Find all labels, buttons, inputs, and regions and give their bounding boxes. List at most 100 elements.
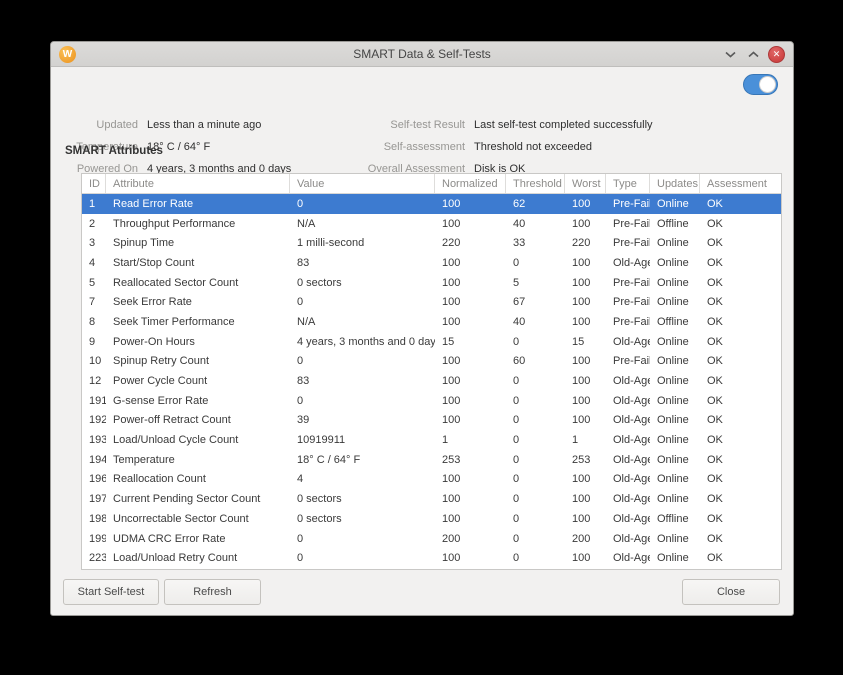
table-cell: 10 <box>82 352 106 372</box>
table-cell: Online <box>650 233 700 253</box>
column-header-attribute[interactable]: Attribute <box>106 174 290 193</box>
table-cell: 100 <box>435 489 506 509</box>
updated-label: Updated <box>63 119 138 133</box>
table-cell: 1 <box>435 430 506 450</box>
table-cell: OK <box>700 470 781 490</box>
column-header-assessment[interactable]: Assessment <box>700 174 781 193</box>
table-cell: Reallocated Sector Count <box>106 273 290 293</box>
column-header-id[interactable]: ID <box>82 174 106 193</box>
table-cell: 200 <box>435 529 506 549</box>
table-row[interactable]: 4Start/Stop Count831000100Old-AgeOnlineO… <box>82 253 781 273</box>
table-cell: 0 <box>290 352 435 372</box>
table-cell: OK <box>700 233 781 253</box>
table-cell: Old-Age <box>606 489 650 509</box>
table-cell: 4 years, 3 months and 0 days <box>290 332 435 352</box>
table-cell: 100 <box>435 312 506 332</box>
table-cell: 0 <box>506 332 565 352</box>
refresh-button[interactable]: Refresh <box>164 579 261 605</box>
table-cell: Pre-Fail <box>606 292 650 312</box>
updated-row: Updated Less than a minute ago <box>63 119 261 133</box>
table-row[interactable]: 1Read Error Rate010062100Pre-FailOnlineO… <box>82 194 781 214</box>
table-cell: OK <box>700 450 781 470</box>
table-row[interactable]: 8Seek Timer PerformanceN/A10040100Pre-Fa… <box>82 312 781 332</box>
table-cell: Pre-Fail <box>606 273 650 293</box>
table-cell: 100 <box>435 253 506 273</box>
table-cell: Online <box>650 470 700 490</box>
table-cell: 100 <box>565 292 606 312</box>
table-cell: 0 <box>290 529 435 549</box>
table-cell: 100 <box>565 352 606 372</box>
table-cell: 200 <box>565 529 606 549</box>
table-cell: Spinup Time <box>106 233 290 253</box>
table-row[interactable]: 191G-sense Error Rate01000100Old-AgeOnli… <box>82 391 781 411</box>
column-header-normalized[interactable]: Normalized <box>435 174 506 193</box>
table-cell: 220 <box>565 233 606 253</box>
minimize-button[interactable] <box>722 47 738 63</box>
table-cell: Pre-Fail <box>606 194 650 214</box>
start-self-test-button[interactable]: Start Self-test <box>63 579 159 605</box>
table-cell: 192 <box>82 411 106 431</box>
table-row[interactable]: 194Temperature18° C / 64° F2530253Old-Ag… <box>82 450 781 470</box>
titlebar[interactable]: W SMART Data & Self-Tests ✕ <box>51 42 793 67</box>
table-cell: OK <box>700 411 781 431</box>
table-cell: Online <box>650 450 700 470</box>
table-row[interactable]: 223Load/Unload Retry Count01000100Old-Ag… <box>82 548 781 568</box>
close-button[interactable]: Close <box>682 579 780 605</box>
table-row[interactable]: 192Power-off Retract Count391000100Old-A… <box>82 411 781 431</box>
table-cell: Seek Error Rate <box>106 292 290 312</box>
table-row[interactable]: 199UDMA CRC Error Rate02000200Old-AgeOnl… <box>82 529 781 549</box>
table-row[interactable]: 7Seek Error Rate010067100Pre-FailOnlineO… <box>82 292 781 312</box>
table-row[interactable]: 2Throughput PerformanceN/A10040100Pre-Fa… <box>82 214 781 234</box>
close-icon: ✕ <box>773 50 781 59</box>
table-cell: Old-Age <box>606 371 650 391</box>
column-header-value[interactable]: Value <box>290 174 435 193</box>
table-cell: Pre-Fail <box>606 312 650 332</box>
table-row[interactable]: 193Load/Unload Cycle Count10919911101Old… <box>82 430 781 450</box>
table-cell: 1 <box>82 194 106 214</box>
table-cell: 0 <box>506 450 565 470</box>
table-cell: 3 <box>82 233 106 253</box>
table-cell: 0 <box>506 489 565 509</box>
close-window-button[interactable]: ✕ <box>768 46 785 63</box>
table-cell: 0 sectors <box>290 489 435 509</box>
table-cell: Read Error Rate <box>106 194 290 214</box>
table-cell: 100 <box>565 548 606 568</box>
table-cell: 0 <box>506 391 565 411</box>
column-header-type[interactable]: Type <box>606 174 650 193</box>
table-cell: N/A <box>290 214 435 234</box>
table-cell: Old-Age <box>606 450 650 470</box>
column-header-updates[interactable]: Updates <box>650 174 700 193</box>
table-cell: 0 sectors <box>290 509 435 529</box>
smart-dialog-window: W SMART Data & Self-Tests ✕ Updated Less… <box>50 41 794 616</box>
column-header-threshold[interactable]: Threshold <box>506 174 565 193</box>
table-row[interactable]: 197Current Pending Sector Count0 sectors… <box>82 489 781 509</box>
table-row[interactable]: 9Power-On Hours4 years, 3 months and 0 d… <box>82 332 781 352</box>
table-cell: Uncorrectable Sector Count <box>106 509 290 529</box>
table-cell: 197 <box>82 489 106 509</box>
table-cell: OK <box>700 312 781 332</box>
table-row[interactable]: 5Reallocated Sector Count0 sectors100510… <box>82 273 781 293</box>
updated-value: Less than a minute ago <box>147 119 261 133</box>
smart-enabled-toggle[interactable] <box>743 74 778 95</box>
table-cell: 5 <box>82 273 106 293</box>
table-cell: 100 <box>565 489 606 509</box>
table-cell: 100 <box>565 371 606 391</box>
table-cell: N/A <box>290 312 435 332</box>
table-row[interactable]: 196Reallocation Count41000100Old-AgeOnli… <box>82 470 781 490</box>
table-cell: 0 <box>506 411 565 431</box>
table-row[interactable]: 10Spinup Retry Count010060100Pre-FailOnl… <box>82 352 781 372</box>
table-cell: OK <box>700 509 781 529</box>
table-cell: Old-Age <box>606 548 650 568</box>
table-row[interactable]: 12Power Cycle Count831000100Old-AgeOnlin… <box>82 371 781 391</box>
table-cell: 0 <box>506 548 565 568</box>
table-cell: 0 <box>506 371 565 391</box>
self-test-result-value: Last self-test completed successfully <box>474 119 653 133</box>
maximize-button[interactable] <box>745 47 761 63</box>
table-cell: 220 <box>435 233 506 253</box>
table-cell: 0 <box>506 529 565 549</box>
table-row[interactable]: 3Spinup Time1 milli-second22033220Pre-Fa… <box>82 233 781 253</box>
table-cell: 0 <box>290 391 435 411</box>
table-cell: Seek Timer Performance <box>106 312 290 332</box>
column-header-worst[interactable]: Worst <box>565 174 606 193</box>
table-row[interactable]: 198Uncorrectable Sector Count0 sectors10… <box>82 509 781 529</box>
